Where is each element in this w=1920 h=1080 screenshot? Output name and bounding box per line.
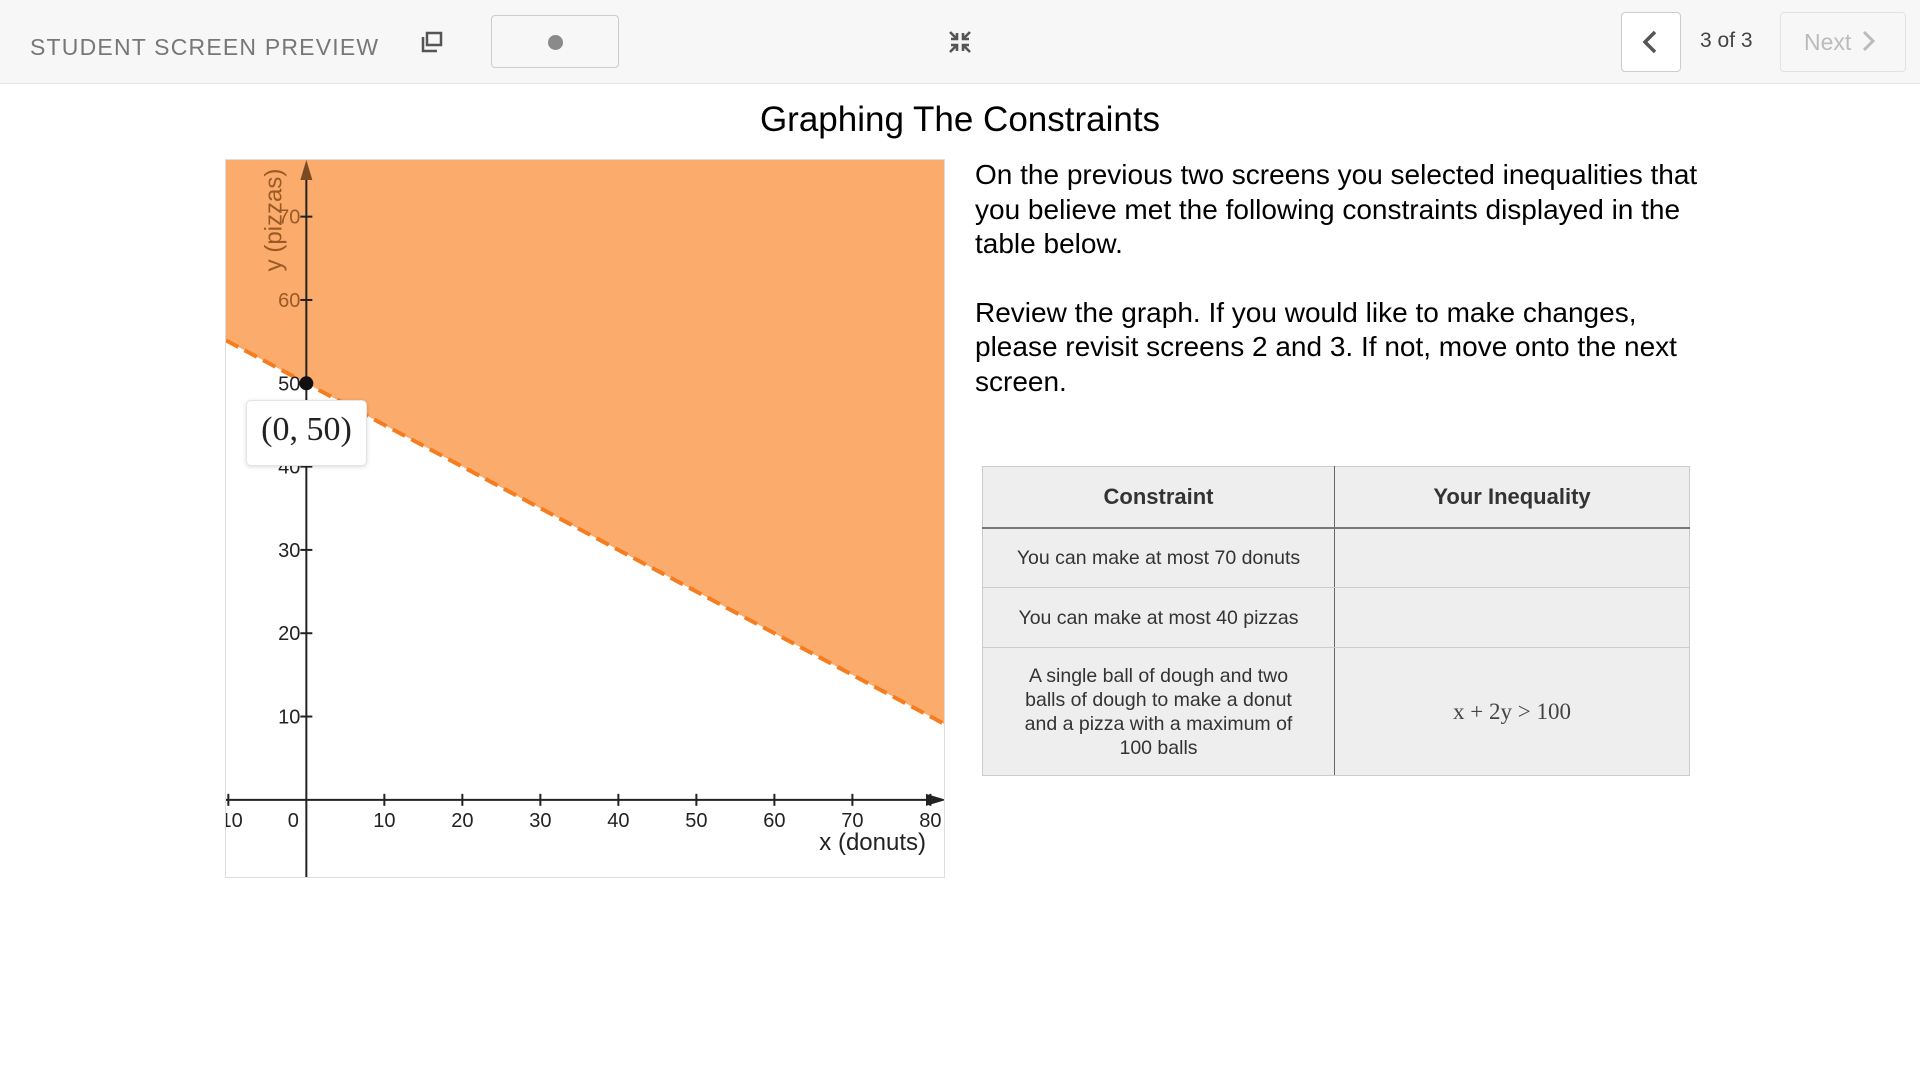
constraint-cell: You can make at most 40 pizzas	[982, 587, 1335, 648]
y-tick-label: 60	[278, 290, 300, 312]
inequality-cell	[1334, 587, 1690, 648]
instruction-paragraph: Review the graph. If you would like to m…	[975, 296, 1677, 397]
toggle-button[interactable]	[491, 15, 619, 68]
constraint-cell: You can make at most 70 donuts	[982, 527, 1335, 588]
preview-label: STUDENT SCREEN PREVIEW	[30, 34, 380, 60]
y-axis-label: y (pizzas)	[260, 169, 287, 272]
x-tick-label: 40	[607, 810, 629, 832]
x-tick-label: 60	[763, 810, 785, 832]
previous-button[interactable]	[1621, 12, 1681, 72]
next-button[interactable]: Next	[1780, 12, 1906, 72]
next-label: Next	[1804, 29, 1852, 55]
y-tick-label: 50	[278, 373, 300, 395]
graph-svg[interactable]: -100102030405060708010203040506070x (don…	[226, 160, 945, 878]
chevron-right-icon	[1863, 30, 1876, 52]
point-marker	[299, 376, 314, 391]
top-bar: STUDENT SCREEN PREVIEW 3 of 3 Next	[0, 0, 1920, 84]
y-tick-label: 10	[278, 707, 300, 729]
instruction-paragraph: On the previous two screens you selected…	[975, 159, 1698, 259]
compress-icon[interactable]	[946, 28, 974, 56]
toggle-dot-icon	[548, 35, 563, 50]
y-tick-label: 30	[278, 540, 300, 562]
table-header: Constraint Your Inequality	[982, 466, 1690, 529]
x-tick-label: 10	[373, 810, 395, 832]
x-tick-label: 30	[529, 810, 551, 832]
graph[interactable]: -100102030405060708010203040506070x (don…	[225, 159, 945, 878]
constraint-cell: A single ball of dough and two balls of …	[982, 647, 1335, 776]
x-tick-label: 20	[451, 810, 473, 832]
table-row: You can make at most 70 donuts	[982, 527, 1690, 588]
inequality-cell: x + 2y > 100	[1334, 647, 1690, 776]
point-tooltip: (0, 50)	[246, 400, 367, 466]
x-axis-arrow	[926, 793, 944, 806]
table-row: A single ball of dough and two balls of …	[982, 647, 1690, 776]
page-count: 3 of 3	[1700, 29, 1753, 52]
instructions: On the previous two screens you selected…	[975, 158, 1715, 433]
header-constraint: Constraint	[982, 466, 1335, 529]
table-row: You can make at most 40 pizzas	[982, 587, 1690, 648]
chevron-left-icon	[1642, 30, 1657, 54]
x-tick-label: 50	[685, 810, 707, 832]
x-axis-label: x (donuts)	[819, 829, 926, 856]
open-window-icon[interactable]	[420, 30, 444, 54]
inequality-cell	[1334, 527, 1690, 588]
page-title: Graphing The Constraints	[759, 100, 1161, 139]
header-inequality: Your Inequality	[1334, 466, 1690, 529]
constraints-table: Constraint Your Inequality You can make a…	[982, 466, 1690, 776]
y-tick-label: 20	[278, 623, 300, 645]
x-tick-label: -10	[226, 810, 243, 832]
x-tick-label: 0	[288, 810, 299, 832]
